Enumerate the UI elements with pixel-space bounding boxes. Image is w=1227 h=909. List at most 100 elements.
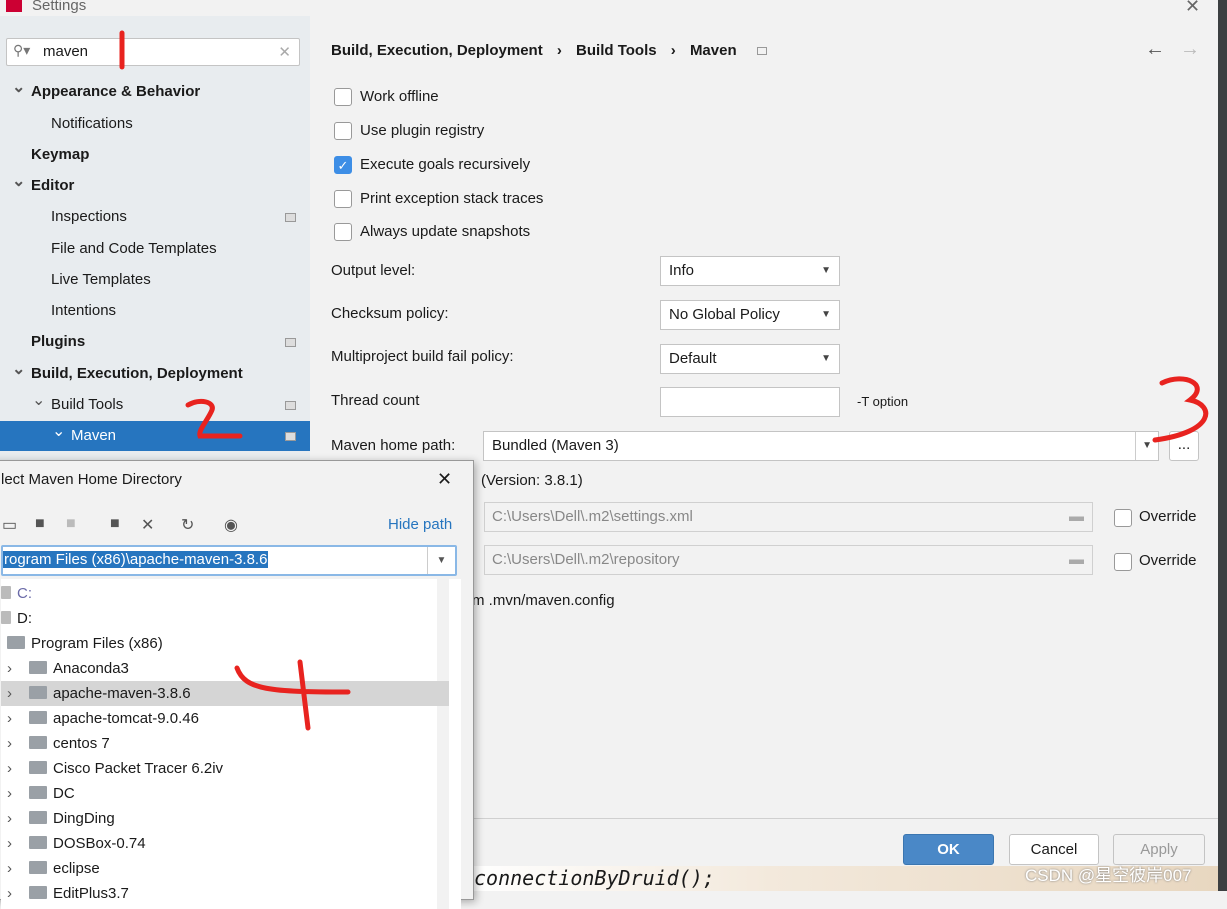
option-checkbox[interactable] <box>334 122 352 140</box>
maven-home-select[interactable]: Bundled (Maven 3) ▼ <box>483 431 1159 461</box>
option-checkbox[interactable] <box>334 190 352 208</box>
folder-icon[interactable]: ▬ <box>1069 546 1084 574</box>
clear-icon[interactable]: ✕ <box>278 43 291 61</box>
page-icon <box>285 401 296 410</box>
close-icon[interactable]: ✕ <box>1185 0 1200 17</box>
file-tree-item[interactable]: D: <box>1 606 449 631</box>
dropdown-arrow-icon[interactable]: ▼ <box>427 547 455 574</box>
dropdown-arrow-icon: ▼ <box>821 309 831 320</box>
file-tree-item[interactable]: › apache-tomcat-9.0.46 <box>1 706 449 731</box>
expand-arrow-icon[interactable]: ⌄ <box>32 386 45 416</box>
delete-icon[interactable]: ✕ <box>141 515 154 535</box>
file-tree-item[interactable]: › Cisco Packet Tracer 6.2iv <box>1 756 449 781</box>
sidebar-item[interactable]: Inspections <box>0 202 310 232</box>
search-input[interactable]: ⚲▾ maven ✕ <box>6 38 300 66</box>
sidebar-item[interactable]: Live Templates <box>0 265 310 295</box>
sidebar-item[interactable]: ⌄ Maven <box>0 421 310 451</box>
file-tree-item[interactable]: › DingDing <box>1 806 449 831</box>
dropdown-arrow-icon: ▼ <box>821 265 831 276</box>
file-tree-item[interactable]: › EditPlus3.7 <box>1 881 449 906</box>
file-tree-item[interactable]: › Anaconda3 <box>1 656 449 681</box>
sidebar-item-label: Notifications <box>51 115 133 132</box>
background-code: connectionByDruid(); <box>474 866 715 890</box>
expand-arrow-icon[interactable]: ⌄ <box>12 73 25 103</box>
option-checkbox[interactable]: ✓ <box>334 156 352 174</box>
divider <box>470 818 1218 819</box>
sidebar-item[interactable]: Keymap <box>0 140 310 170</box>
expand-arrow-icon[interactable]: ⌄ <box>12 167 25 197</box>
drive-icon <box>1 586 11 599</box>
fail-policy-label: Multiproject build fail policy: <box>331 348 514 365</box>
file-tree-label: DOSBox-0.74 <box>53 835 146 852</box>
refresh-icon[interactable]: ↻ <box>181 515 194 535</box>
dialog-close-icon[interactable]: ✕ <box>437 469 452 490</box>
hide-path-link[interactable]: Hide path <box>388 516 452 533</box>
path-input[interactable]: rogram Files (x86)\apache-maven-3.8.6 ▼ <box>1 545 457 576</box>
file-tree-item[interactable]: C: <box>1 581 449 606</box>
folder-icon[interactable]: ▬ <box>1069 503 1084 531</box>
file-tree-item[interactable]: › eclipse <box>1 856 449 881</box>
expand-arrow-icon[interactable]: › <box>7 881 12 906</box>
new-folder-icon[interactable]: ■ <box>110 515 120 533</box>
sidebar-item-label: Build, Execution, Deployment <box>31 365 243 382</box>
breadcrumb-item[interactable]: Build Tools <box>576 42 657 59</box>
folder-icon <box>29 736 47 749</box>
back-arrow-icon[interactable]: ← <box>1145 38 1165 61</box>
dropdown-arrow-icon: ▼ <box>1135 432 1152 460</box>
sidebar-item[interactable]: Intentions <box>0 296 310 326</box>
sidebar-item[interactable]: Notifications <box>0 109 310 139</box>
desktop-icon[interactable]: ▭ <box>2 515 17 535</box>
sidebar-item[interactable]: ⌄ Build Tools <box>0 390 310 420</box>
settings-file-field[interactable]: C:\Users\Dell\.m2\settings.xml ▬ <box>484 502 1093 532</box>
option-checkbox[interactable] <box>334 88 352 106</box>
folder-icon <box>29 886 47 899</box>
expand-arrow-icon[interactable]: › <box>7 656 12 681</box>
settings-override-checkbox[interactable] <box>1114 509 1132 527</box>
output-level-select[interactable]: Info ▼ <box>660 256 840 286</box>
expand-arrow-icon[interactable]: › <box>7 856 12 881</box>
search-icon: ⚲▾ <box>13 42 31 58</box>
output-level-label: Output level: <box>331 262 416 279</box>
expand-arrow-icon[interactable]: › <box>7 681 12 706</box>
option-checkbox[interactable] <box>334 223 352 241</box>
maven-home-label: Maven home path: <box>331 437 456 454</box>
thread-count-input[interactable] <box>660 387 840 417</box>
file-tree-item[interactable]: › DC <box>1 781 449 806</box>
sidebar-item[interactable]: ⌄ Editor <box>0 171 310 201</box>
folder-icon <box>29 686 47 699</box>
expand-arrow-icon[interactable]: › <box>7 706 12 731</box>
folder-icon <box>29 711 47 724</box>
repository-override-checkbox[interactable] <box>1114 553 1132 571</box>
repository-field[interactable]: C:\Users\Dell\.m2\repository ▬ <box>484 545 1093 575</box>
sidebar-item[interactable]: Plugins <box>0 327 310 357</box>
page-icon <box>756 47 767 55</box>
home-folder-icon[interactable]: ■ <box>35 515 45 533</box>
file-tree-label: Program Files (x86) <box>31 635 163 652</box>
file-tree-item[interactable]: › centos 7 <box>1 731 449 756</box>
project-folder-icon[interactable]: ■ <box>66 515 76 533</box>
file-tree-item[interactable]: Program Files (x86) <box>1 631 449 656</box>
expand-arrow-icon[interactable]: ⌄ <box>12 355 25 385</box>
browse-button[interactable]: ... <box>1169 431 1199 461</box>
breadcrumb-item[interactable]: Build, Execution, Deployment <box>331 42 543 59</box>
fail-policy-select[interactable]: Default ▼ <box>660 344 840 374</box>
checksum-policy-select[interactable]: No Global Policy ▼ <box>660 300 840 330</box>
expand-arrow-icon[interactable]: ⌄ <box>52 417 65 447</box>
ok-button[interactable]: OK <box>903 834 994 865</box>
option-label: Use plugin registry <box>360 122 485 139</box>
folder-icon <box>29 811 47 824</box>
file-tree-item[interactable]: › apache-maven-3.8.6 <box>1 681 449 706</box>
sidebar-item[interactable]: ⌄ Build, Execution, Deployment <box>0 359 310 389</box>
expand-arrow-icon[interactable]: › <box>7 831 12 856</box>
show-hidden-icon[interactable]: ◉ <box>224 515 238 535</box>
file-tree-label: C: <box>17 585 32 602</box>
expand-arrow-icon[interactable]: › <box>7 806 12 831</box>
sidebar-item[interactable]: ⌄ Appearance & Behavior <box>0 77 310 107</box>
expand-arrow-icon[interactable]: › <box>7 781 12 806</box>
forward-arrow-icon[interactable]: → <box>1180 38 1200 61</box>
file-tree-item[interactable]: › DOSBox-0.74 <box>1 831 449 856</box>
sidebar-item[interactable]: File and Code Templates <box>0 234 310 264</box>
expand-arrow-icon[interactable]: › <box>7 756 12 781</box>
option-label: Work offline <box>360 88 439 105</box>
expand-arrow-icon[interactable]: › <box>7 731 12 756</box>
